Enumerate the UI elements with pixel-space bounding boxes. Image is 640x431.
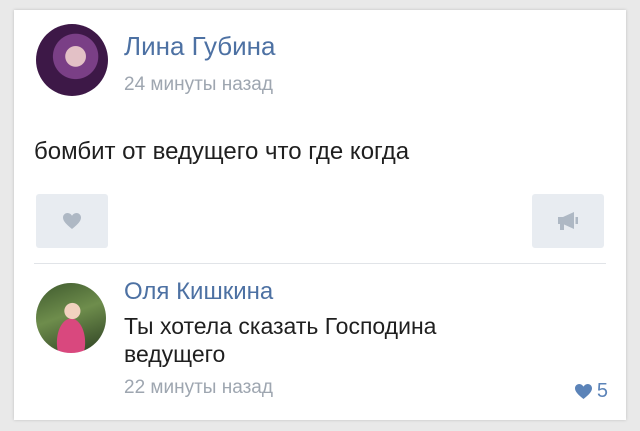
comment-author-name[interactable]: Оля Кишкина (124, 278, 273, 306)
heart-icon (574, 383, 592, 400)
post-timestamp[interactable]: 24 минуты назад (124, 74, 273, 96)
comment-timestamp[interactable]: 22 минуты назад (124, 377, 273, 399)
like-button[interactable] (36, 194, 108, 248)
post-card: Лина Губина 24 минуты назад бомбит от ве… (14, 10, 626, 420)
megaphone-icon (558, 212, 578, 230)
post-text: бомбит от ведущего что где когда (34, 138, 410, 165)
divider (34, 263, 606, 264)
post-author-name[interactable]: Лина Губина (124, 31, 276, 62)
post-author-avatar[interactable] (36, 24, 108, 96)
comment-text: Ты хотела сказать Господина ведущего (124, 313, 437, 367)
heart-icon (63, 213, 81, 229)
share-button[interactable] (532, 194, 604, 248)
comment-author-avatar[interactable] (36, 283, 106, 353)
comment-like-count: 5 (596, 380, 608, 402)
comment-like-button[interactable]: 5 (574, 380, 608, 403)
